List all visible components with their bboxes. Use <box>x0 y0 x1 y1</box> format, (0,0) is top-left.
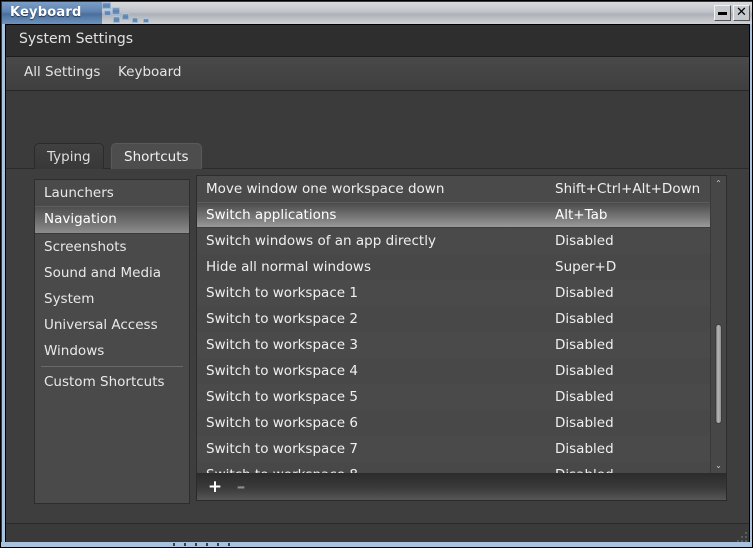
titlebar-pixel-square <box>113 16 120 23</box>
remove-shortcut-button: – <box>229 476 253 498</box>
shortcut-binding: Disabled <box>555 306 614 332</box>
scroll-down-icon[interactable]: ⌄ <box>711 459 726 473</box>
tab-shortcuts[interactable]: Shortcuts <box>111 143 202 169</box>
sidebar-item-windows[interactable]: Windows <box>35 338 189 364</box>
shortcut-binding: Disabled <box>555 280 614 306</box>
table-row[interactable]: Switch windows of an app directly Disable… <box>197 228 710 254</box>
app-header: System Settings <box>6 25 749 57</box>
shortcuts-toolbar: + – <box>196 473 727 501</box>
window-content-frame: System Settings All Settings Keyboard Ty… <box>2 24 753 548</box>
table-row[interactable]: Switch to workspace 2 Disabled <box>197 306 710 332</box>
resize-handle-dash <box>184 543 186 546</box>
breadcrumb-all-settings[interactable]: All Settings <box>24 64 100 80</box>
shortcut-binding: Disabled <box>555 410 614 436</box>
grip-dot <box>745 532 747 534</box>
shortcut-name: Switch to workspace 4 <box>206 358 358 384</box>
minimize-icon <box>718 12 727 15</box>
shortcut-category-list[interactable]: LaunchersNavigationScreenshotsSound and … <box>34 179 190 504</box>
shortcut-name: Switch applications <box>206 203 336 227</box>
scroll-up-icon[interactable]: ⌃ <box>711 177 726 191</box>
shortcut-name: Switch to workspace 6 <box>206 410 358 436</box>
shortcut-binding: Disabled <box>555 436 614 462</box>
shortcut-name: Switch to workspace 3 <box>206 332 358 358</box>
sidebar-item-system[interactable]: System <box>35 286 189 312</box>
shortcut-name: Switch windows of an app directly <box>206 228 436 254</box>
minimize-button[interactable] <box>714 5 731 21</box>
window-inner: System Settings All Settings Keyboard Ty… <box>5 24 750 545</box>
shortcut-name: Switch to workspace 7 <box>206 436 358 462</box>
titlebar-pixel-square <box>132 17 138 23</box>
shortcuts-panel: LaunchersNavigationScreenshotsSound and … <box>6 169 749 544</box>
titlebar-pixel-square <box>102 2 111 9</box>
shortcut-name: Move window one workspace down <box>206 176 444 202</box>
titlebar-pixel-square <box>104 10 111 16</box>
titlebar-pixel-square <box>112 7 120 15</box>
window-titlebar[interactable]: Keyboard ✕ <box>2 2 753 24</box>
sidebar-item-launchers[interactable]: Launchers <box>35 180 189 206</box>
shortcuts-table-rows: Move window one workspace down Shift+Ctrl… <box>197 176 710 474</box>
sidebar-separator <box>41 366 183 367</box>
resize-handle-dash <box>195 543 197 546</box>
app-title: System Settings <box>19 31 133 47</box>
sidebar-item-custom-shortcuts[interactable]: Custom Shortcuts <box>35 369 189 395</box>
close-icon: ✕ <box>736 6 747 19</box>
shortcut-binding: Disabled <box>555 384 614 410</box>
table-row[interactable]: Switch to workspace 6 Disabled <box>197 410 710 436</box>
tab-typing[interactable]: Typing <box>34 143 104 169</box>
resize-handle-dash <box>173 543 175 546</box>
table-row[interactable]: Switch to workspace 4 Disabled <box>197 358 710 384</box>
add-shortcut-button[interactable]: + <box>203 476 227 498</box>
status-bar <box>6 523 749 544</box>
keyboard-settings-window: Keyboard ✕ System Settings All Settings … <box>0 0 753 548</box>
window-resize-handle[interactable] <box>1 542 753 547</box>
table-row[interactable]: Hide all normal windows Super+D <box>197 254 710 280</box>
table-row[interactable]: Switch to workspace 1 Disabled <box>197 280 710 306</box>
table-row[interactable]: Switch to workspace 7 Disabled <box>197 436 710 462</box>
grip-dot <box>741 536 743 538</box>
shortcuts-table[interactable]: Move window one workspace down Shift+Ctrl… <box>196 175 727 475</box>
shortcut-binding: Disabled <box>555 228 614 254</box>
table-row[interactable]: Switch to workspace 3 Disabled <box>197 332 710 358</box>
resize-handle-dash <box>228 543 230 546</box>
window-title: Keyboard <box>10 4 81 22</box>
resize-handle-dash <box>206 543 208 546</box>
shortcut-binding: Disabled <box>555 332 614 358</box>
resize-handle-dash <box>217 543 219 546</box>
shortcut-name: Switch to workspace 5 <box>206 384 358 410</box>
close-button[interactable]: ✕ <box>733 5 750 21</box>
shortcut-binding: Super+D <box>555 254 616 280</box>
table-row[interactable]: Switch to workspace 5 Disabled <box>197 384 710 410</box>
shortcut-binding: Disabled <box>555 358 614 384</box>
sidebar-item-sound-and-media[interactable]: Sound and Media <box>35 260 189 286</box>
sidebar-item-navigation[interactable]: Navigation <box>35 206 189 234</box>
shortcut-binding: Alt+Tab <box>555 203 607 227</box>
shortcut-name: Switch to workspace 1 <box>206 280 358 306</box>
tab-strip: Typing Shortcuts <box>6 91 749 171</box>
titlebar-pixel-square <box>122 13 129 20</box>
sidebar-item-screenshots[interactable]: Screenshots <box>35 234 189 260</box>
shortcut-binding: Shift+Ctrl+Alt+Down <box>555 176 700 202</box>
titlebar-pixel-square <box>143 18 149 23</box>
resize-grip[interactable] <box>733 528 747 542</box>
table-row[interactable]: Move window one workspace down Shift+Ctrl… <box>197 176 710 202</box>
grip-dot <box>745 536 747 538</box>
breadcrumb: All Settings Keyboard <box>6 57 749 91</box>
scrollbar-thumb[interactable] <box>715 324 722 424</box>
breadcrumb-keyboard[interactable]: Keyboard <box>118 64 181 80</box>
sidebar-item-universal-access[interactable]: Universal Access <box>35 312 189 338</box>
table-row[interactable]: Switch applications Alt+Tab <box>197 202 710 228</box>
shortcut-name: Hide all normal windows <box>206 254 371 280</box>
shortcuts-scrollbar[interactable]: ⌃ ⌄ <box>710 176 726 474</box>
shortcut-name: Switch to workspace 2 <box>206 306 358 332</box>
